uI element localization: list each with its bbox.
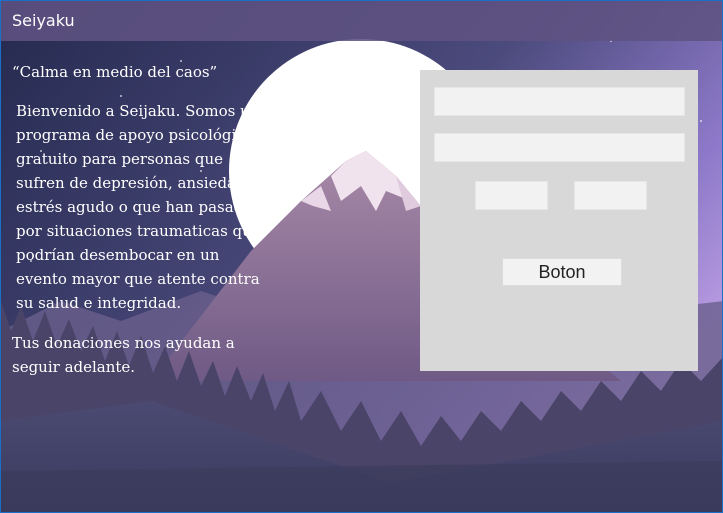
title-bar: Seiyaku <box>1 1 722 41</box>
donation-paragraph: Tus donaciones nos ayudan a seguir adela… <box>12 334 235 376</box>
form-panel: Boton <box>420 70 698 371</box>
welcome-content: “Calma en medio del caos” Bienvenido a S… <box>12 63 272 379</box>
submit-button[interactable]: Boton <box>502 258 622 286</box>
text-field-2[interactable] <box>434 133 685 162</box>
small-field-right[interactable] <box>574 181 647 210</box>
text-field-1[interactable] <box>434 87 685 116</box>
app-window: Seiyaku “Calma en medio del caos” Bienve… <box>0 0 723 513</box>
window-title: Seiyaku <box>12 11 75 30</box>
small-field-left[interactable] <box>475 181 548 210</box>
tagline-quote: “Calma en medio del caos” <box>12 63 218 81</box>
intro-paragraph: Bienvenido a Seijaku. Somos un programa … <box>16 102 261 312</box>
